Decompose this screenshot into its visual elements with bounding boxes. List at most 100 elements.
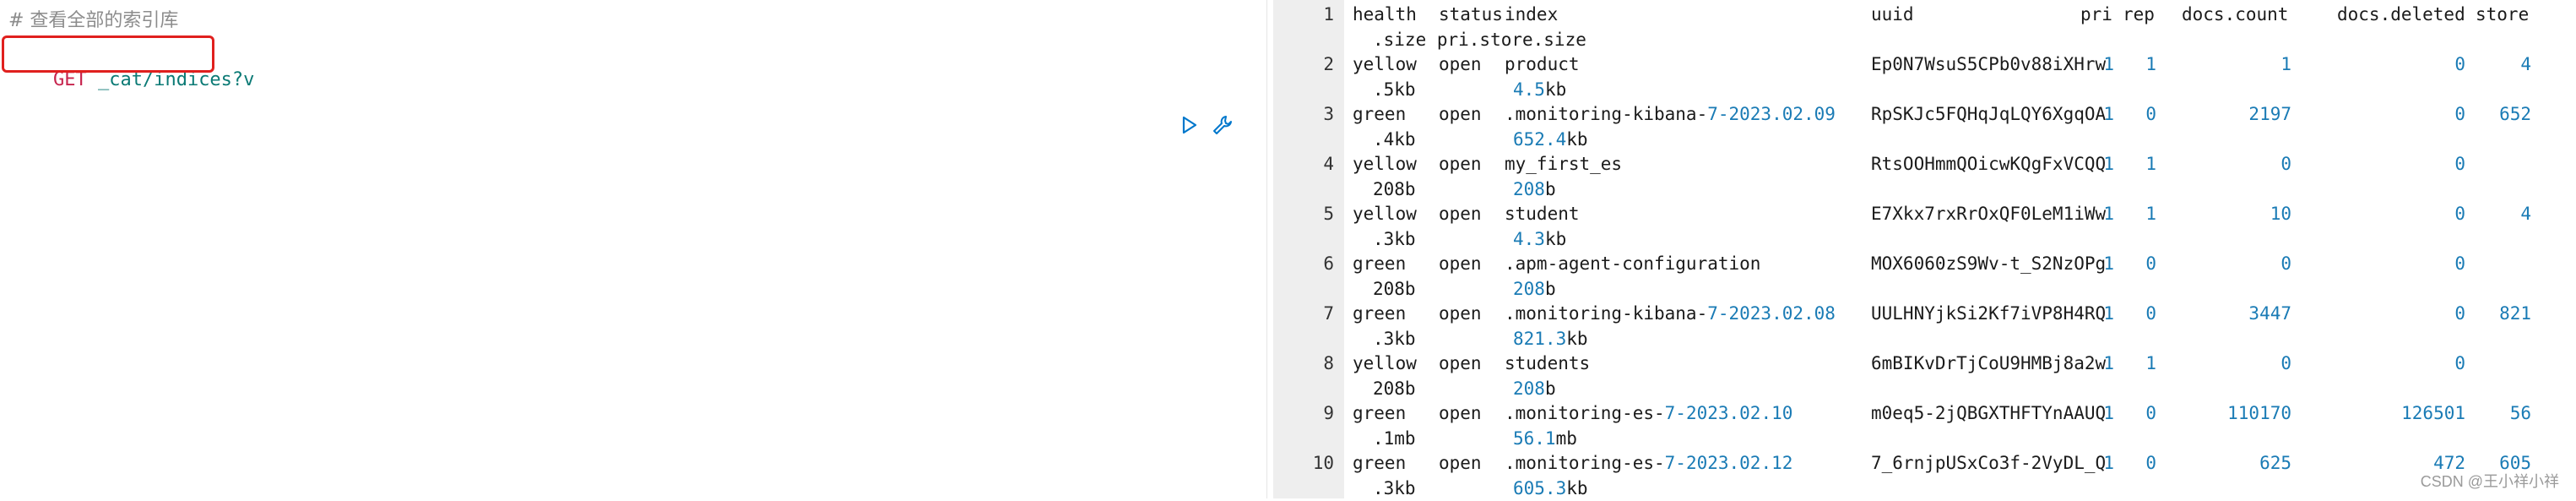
cell-uuid: m0eq5-2jQBGXTHFTYnAAUQ	[1871, 403, 2107, 423]
watermark: CSDN @王小祥小祥	[2420, 473, 2559, 490]
cell-rep: 0	[2145, 453, 2156, 473]
cell-docs-count: 0	[2280, 253, 2291, 274]
cell-store: 56	[2509, 403, 2531, 423]
cell-uuid: E7Xkx7rxRrOxQF0LeM1iWw	[1871, 204, 2107, 224]
cell-pri-store-size: 208b	[1513, 377, 1556, 401]
cell-pri-store-size: 56.1mb	[1513, 427, 1577, 451]
size-number: 652.4	[1513, 128, 1567, 150]
size-number: 605.3	[1513, 477, 1567, 498]
cell-rep: 1	[2145, 204, 2156, 224]
cell-status: open	[1439, 453, 1482, 473]
line-number: 1	[1323, 4, 1334, 25]
line-number: 5	[1323, 204, 1334, 224]
size-number: 56.1	[1513, 427, 1556, 449]
cell-pri: 1	[2103, 403, 2114, 423]
index-name: student	[1505, 204, 1580, 224]
cell-store-size: 208b	[1373, 178, 1416, 199]
line-number: 6	[1323, 253, 1334, 274]
cell-status: open	[1439, 253, 1482, 274]
header-status: status	[1439, 4, 1503, 25]
index-name: .monitoring-kibana-	[1505, 104, 1708, 124]
size-unit: kb	[1566, 328, 1588, 349]
line-number: 7	[1323, 303, 1334, 324]
cell-docs-count: 1	[2280, 54, 2291, 74]
cell-health: yellow	[1353, 353, 1417, 373]
size-number: 208	[1513, 278, 1545, 299]
cell-store-size: 208b	[1373, 278, 1416, 299]
index-name: .monitoring-kibana-	[1505, 303, 1708, 324]
play-icon[interactable]	[1177, 113, 1201, 137]
index-name: product	[1505, 54, 1580, 74]
header-store: store	[2476, 4, 2530, 25]
wrench-icon[interactable]	[1211, 113, 1234, 137]
index-date: 7-2023.02.10	[1664, 403, 1793, 423]
cell-status: open	[1439, 204, 1482, 224]
size-number: 4.3	[1513, 228, 1545, 249]
cell-docs-deleted: 0	[2454, 253, 2465, 274]
index-name: .monitoring-es-	[1505, 453, 1665, 473]
cell-uuid: RtsOOHmmQOicwKQgFxVCQQ	[1871, 154, 2107, 174]
cell-health: green	[1353, 453, 1407, 473]
cell-rep: 0	[2145, 403, 2156, 423]
size-unit: b	[1544, 178, 1556, 199]
cell-index: .monitoring-es-7-2023.02.10	[1505, 401, 1792, 426]
response-text: health status index uuid pri rep docs.count doc…	[1348, 0, 2576, 498]
index-date: 7-2023.02.12	[1664, 453, 1793, 473]
cell-pri: 1	[2103, 154, 2114, 174]
cell-health: green	[1353, 104, 1407, 124]
cell-index: my_first_es	[1505, 152, 1622, 177]
size-number: 208	[1513, 178, 1545, 199]
index-name: my_first_es	[1505, 154, 1623, 174]
cell-docs-count: 625	[2259, 453, 2291, 473]
line-number: 10	[1312, 453, 1334, 473]
cell-status: open	[1439, 403, 1482, 423]
cell-health: yellow	[1353, 54, 1417, 74]
cell-store-size: .3kb	[1373, 328, 1416, 349]
cell-index: .monitoring-es-7-2023.02.12	[1505, 451, 1792, 476]
size-unit: mb	[1555, 427, 1577, 449]
cell-docs-count: 10	[2270, 204, 2291, 224]
cell-pri-store-size: 605.3kb	[1513, 476, 1588, 501]
cell-uuid: MOX6060zS9Wv-t_S2NzOPg	[1871, 253, 2107, 274]
cell-pri-store-size: 208b	[1513, 277, 1556, 302]
cell-index: .apm-agent-configuration	[1505, 252, 1760, 276]
cell-store	[2476, 351, 2531, 376]
response-output: 1 2 3 4 5 6 7 8 9 10 health status index uuid pri rep d…	[1273, 0, 2576, 498]
request-editor[interactable]: # 查看全部的索引库 GET _cat/indices?v	[0, 0, 1266, 498]
cell-status: open	[1439, 154, 1482, 174]
cell-index: student	[1505, 202, 1580, 226]
cell-status: open	[1439, 303, 1482, 324]
cell-docs-deleted: 0	[2454, 154, 2465, 174]
cell-store-size: .3kb	[1373, 228, 1416, 249]
cell-uuid: RpSKJc5FQHqJqLQY6XgqOA	[1871, 104, 2107, 124]
cell-index: students	[1505, 351, 1590, 376]
cell-index: .monitoring-kibana-7-2023.02.08	[1505, 302, 1836, 326]
header-uuid: uuid	[1871, 4, 1914, 25]
cell-status: open	[1439, 353, 1482, 373]
cell-health: green	[1353, 303, 1407, 324]
cell-docs-deleted: 0	[2454, 104, 2465, 124]
header-docs-deleted: docs.deleted	[2337, 4, 2465, 25]
line-number: 2	[1323, 54, 1334, 74]
line-number: 8	[1323, 353, 1334, 373]
cell-docs-deleted: 0	[2454, 204, 2465, 224]
cell-store	[2476, 152, 2531, 177]
size-number: 821.3	[1513, 328, 1567, 349]
index-date: 7-2023.02.08	[1707, 303, 1836, 324]
cell-uuid: UULHNYjkSi2Kf7iVP8H4RQ	[1871, 303, 2107, 324]
header-pri: pri	[2080, 4, 2112, 25]
editor-comment: # 查看全部的索引库	[8, 10, 179, 31]
size-unit: kb	[1566, 128, 1588, 150]
size-unit: kb	[1544, 79, 1567, 100]
cell-docs-count: 0	[2280, 353, 2291, 373]
cell-store-size: 208b	[1373, 378, 1416, 399]
header-health: health	[1353, 4, 1417, 25]
line-number: 9	[1323, 403, 1334, 423]
cell-uuid: 7_6rnjpUSxCo3f-2VyDL_Q	[1871, 453, 2107, 473]
cell-pri: 1	[2103, 353, 2114, 373]
cell-health: yellow	[1353, 154, 1417, 174]
cell-store: 4	[2520, 204, 2531, 224]
index-name: .apm-agent-configuration	[1505, 253, 1761, 274]
cell-rep: 0	[2145, 303, 2156, 324]
cell-store-size: .3kb	[1373, 477, 1416, 498]
